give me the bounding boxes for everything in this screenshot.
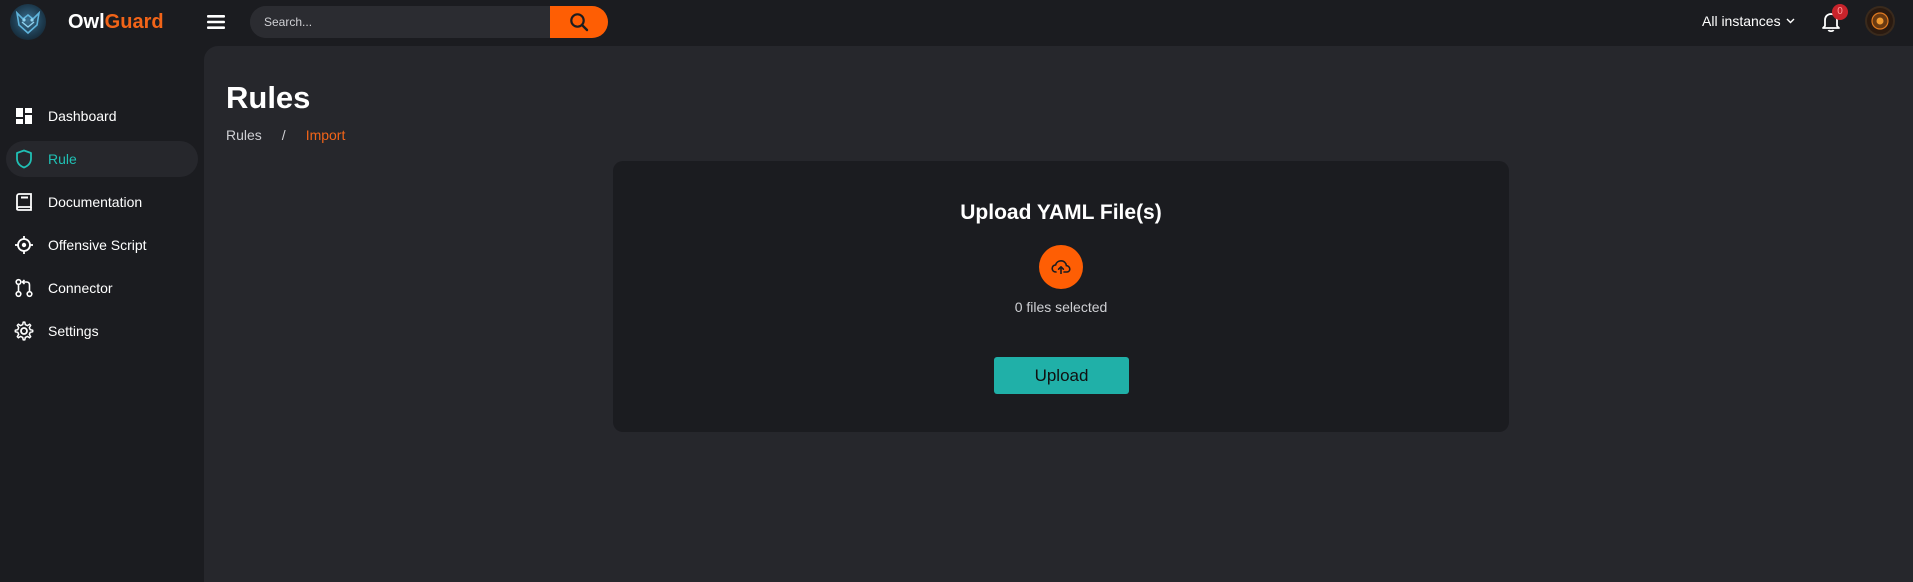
breadcrumb-separator: /: [281, 127, 286, 143]
breadcrumb: Rules / Import: [226, 127, 345, 143]
sidebar-item-connector[interactable]: Connector: [6, 270, 198, 306]
shield-icon: [14, 149, 34, 169]
sidebar-item-label: Dashboard: [48, 108, 117, 124]
gear-icon: [14, 321, 34, 341]
hamburger-menu-icon: [207, 15, 225, 29]
avatar-emblem-icon: [1871, 12, 1889, 30]
search-icon: [570, 13, 589, 32]
search-button[interactable]: [550, 6, 608, 38]
menu-toggle-button[interactable]: [204, 12, 228, 32]
brand-name-part2: Guard: [104, 11, 164, 33]
notification-count-badge: 0: [1832, 4, 1848, 20]
upload-card-title: Upload YAML File(s): [960, 201, 1162, 224]
files-selected-status: 0 files selected: [1014, 299, 1108, 315]
sidebar-item-documentation[interactable]: Documentation: [6, 184, 198, 220]
user-avatar[interactable]: [1865, 6, 1895, 36]
search-input[interactable]: [250, 6, 550, 38]
brand-logo-text[interactable]: OwlGuard: [68, 10, 164, 34]
top-bar: OwlGuard All instances 0: [0, 0, 1913, 46]
owl-logo-icon[interactable]: [10, 4, 46, 40]
breadcrumb-rules-link[interactable]: Rules: [226, 127, 262, 143]
crosshair-icon: [14, 235, 34, 255]
upload-button[interactable]: Upload: [994, 357, 1129, 394]
brand-name-part1: Owl: [68, 11, 105, 33]
sidebar-item-label: Offensive Script: [48, 237, 147, 253]
chevron-down-icon: [1786, 18, 1795, 24]
main-content: Rules Rules / Import Upload YAML File(s)…: [204, 46, 1913, 582]
sidebar-item-dashboard[interactable]: Dashboard: [6, 98, 198, 134]
instances-label: All instances: [1702, 13, 1781, 29]
git-pull-request-icon: [14, 278, 34, 298]
search-bar: [250, 6, 608, 38]
sidebar-item-offensive-script[interactable]: Offensive Script: [6, 227, 198, 263]
upload-card: Upload YAML File(s) 0 files selected Upl…: [613, 161, 1509, 432]
instances-dropdown[interactable]: All instances: [1702, 13, 1795, 29]
breadcrumb-current: Import: [305, 127, 346, 143]
sidebar-item-label: Rule: [48, 151, 77, 167]
book-icon: [14, 192, 34, 212]
sidebar-item-settings[interactable]: Settings: [6, 313, 198, 349]
sidebar-item-label: Documentation: [48, 194, 143, 210]
sidebar: Dashboard Rule Documentation Offensive S…: [0, 46, 204, 582]
file-picker-button[interactable]: [1039, 245, 1083, 289]
dashboard-icon: [14, 106, 34, 126]
page-title: Rules: [226, 80, 311, 115]
cloud-upload-icon: [1051, 259, 1071, 274]
sidebar-item-label: Settings: [48, 323, 99, 339]
sidebar-item-label: Connector: [48, 280, 113, 296]
sidebar-item-rule[interactable]: Rule: [6, 141, 198, 177]
